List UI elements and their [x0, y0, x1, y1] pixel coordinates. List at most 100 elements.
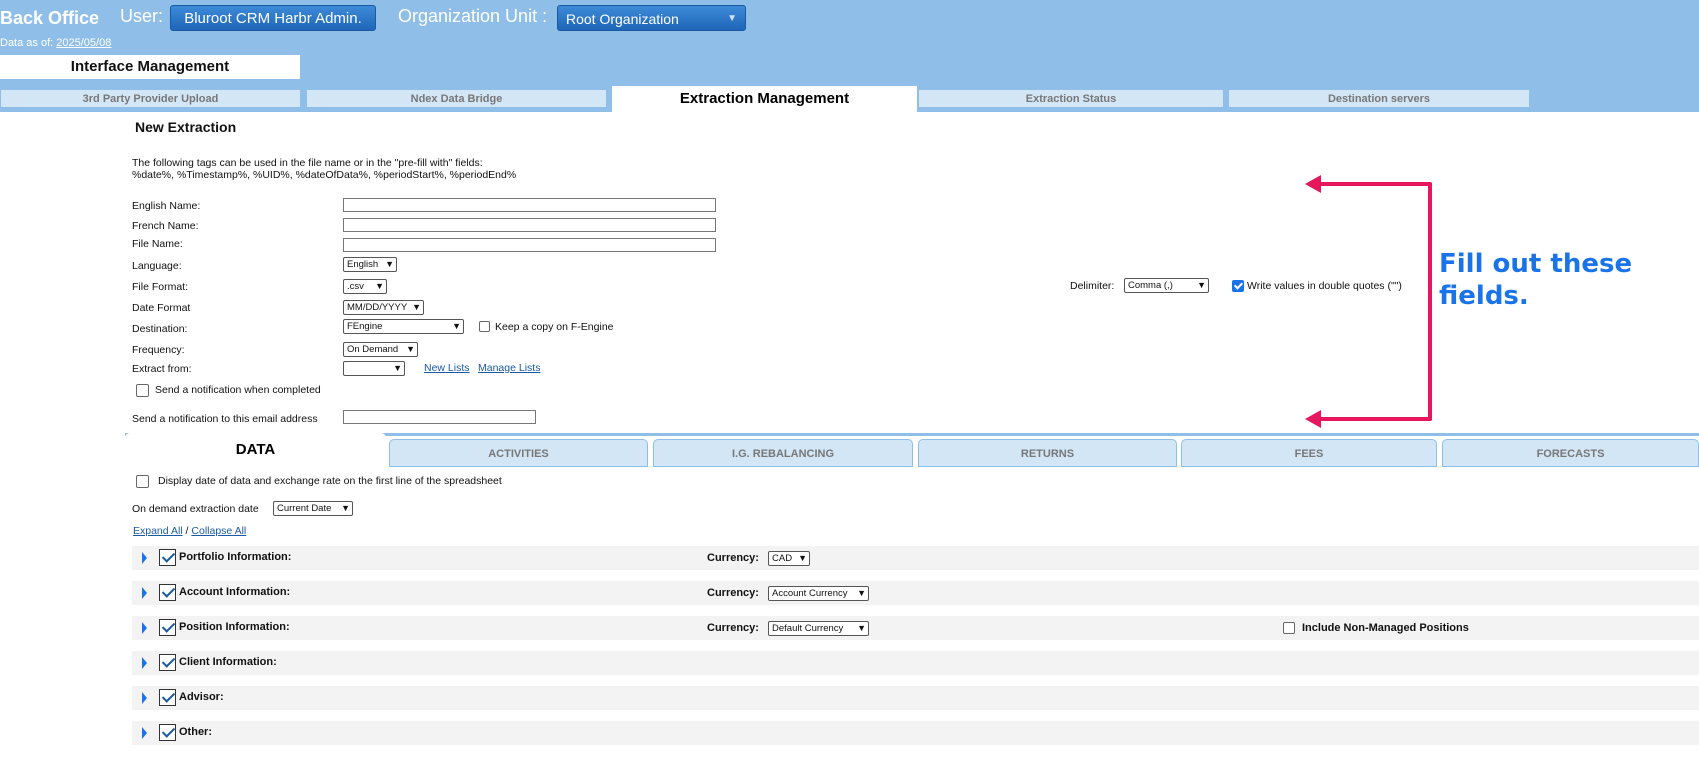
annotation-line1: Fill out these	[1439, 249, 1633, 279]
main-tabs: 3rd Party Provider Upload Ndex Data Brid…	[0, 86, 1699, 112]
chevron-down-icon: ▼	[857, 588, 866, 598]
app-title: Back Office	[0, 8, 100, 28]
section-account: Account Information: Currency: Account C…	[132, 581, 1699, 605]
section-checkbox[interactable]	[159, 654, 176, 671]
file-format-select[interactable]: .csv ▼	[343, 279, 387, 294]
data-as-of: Data as of: 2025/05/08	[0, 37, 111, 49]
chevron-down-icon: ▼	[406, 344, 415, 354]
currency-value: CAD	[772, 553, 793, 564]
tab-returns[interactable]: RETURNS	[918, 439, 1177, 467]
tab-extraction-management[interactable]: Extraction Management	[612, 86, 917, 112]
expand-arrow-icon[interactable]	[142, 587, 147, 599]
expand-collapse-links: Expand All / Collapse All	[133, 525, 246, 537]
section-checkbox[interactable]	[159, 724, 176, 741]
section-checkbox[interactable]	[159, 619, 176, 636]
collapse-all-link[interactable]: Collapse All	[191, 525, 246, 537]
file-name-label: File Name:	[132, 238, 183, 250]
chevron-down-icon: ▼	[727, 13, 737, 24]
frequency-select[interactable]: On Demand ▼	[343, 342, 418, 357]
destination-label: Destination:	[132, 323, 188, 335]
language-label: Language:	[132, 260, 182, 272]
tab-ndex-data-bridge[interactable]: Ndex Data Bridge	[306, 89, 607, 108]
currency-label: Currency:	[707, 587, 759, 599]
date-format-select[interactable]: MM/DD/YYYY ▼	[343, 300, 424, 315]
tab-forecasts[interactable]: FORECASTS	[1442, 439, 1699, 467]
section-label: Other:	[179, 726, 212, 738]
notify-completed-checkbox[interactable]	[136, 384, 149, 397]
tab-ig-rebalancing[interactable]: I.G. REBALANCING	[653, 439, 913, 467]
annotation-line2: fields.	[1439, 281, 1529, 311]
display-date-checkbox[interactable]	[136, 475, 149, 488]
expand-all-link[interactable]: Expand All	[133, 525, 183, 537]
on-demand-date-value: Current Date	[277, 503, 332, 514]
frequency-value: On Demand	[347, 344, 399, 355]
tags-info-line1: The following tags can be used in the fi…	[132, 157, 483, 169]
delimiter-value: Comma (,)	[1128, 280, 1173, 291]
english-name-input[interactable]	[343, 198, 716, 212]
chevron-down-icon: ▼	[341, 503, 350, 513]
language-select[interactable]: English ▼	[343, 257, 397, 272]
expand-arrow-icon[interactable]	[142, 657, 147, 669]
on-demand-date-label: On demand extraction date	[132, 503, 259, 515]
currency-select[interactable]: Default Currency ▼	[768, 621, 869, 636]
section-label: Account Information:	[179, 586, 291, 598]
data-tabs: DATA ACTIVITIES I.G. REBALANCING RETURNS…	[125, 433, 1699, 467]
org-unit-select[interactable]: Root Organization ▼	[557, 5, 746, 31]
tab-data[interactable]: DATA	[125, 433, 386, 467]
include-non-managed-label: Include Non-Managed Positions	[1302, 622, 1469, 634]
expand-arrow-icon[interactable]	[142, 622, 147, 634]
section-advisor: Advisor:	[132, 686, 1699, 710]
section-label: Portfolio Information:	[179, 551, 292, 563]
user-label: User:	[120, 6, 164, 26]
currency-value: Account Currency	[772, 588, 848, 599]
new-lists-link[interactable]: New Lists	[424, 362, 470, 374]
display-date-label: Display date of data and exchange rate o…	[158, 475, 502, 487]
annotation-bracket-arrows	[1305, 175, 1432, 428]
delimiter-label: Delimiter:	[1070, 280, 1115, 292]
section-other: Other:	[132, 721, 1699, 745]
chevron-down-icon: ▼	[393, 363, 402, 373]
manage-lists-link[interactable]: Manage Lists	[478, 362, 540, 374]
tab-destination-servers[interactable]: Destination servers	[1228, 89, 1530, 108]
tab-fees[interactable]: FEES	[1181, 439, 1437, 467]
user-button[interactable]: Bluroot CRM Harbr Admin.	[170, 5, 376, 31]
on-demand-date-select[interactable]: Current Date ▼	[273, 501, 353, 516]
file-format-value: .csv	[347, 281, 364, 292]
interface-management-tab[interactable]: Interface Management	[0, 55, 300, 79]
section-checkbox[interactable]	[159, 549, 176, 566]
section-checkbox[interactable]	[159, 689, 176, 706]
data-as-of-date-link[interactable]: 2025/05/08	[56, 37, 111, 49]
currency-select[interactable]: CAD ▼	[768, 551, 810, 566]
include-non-managed-checkbox[interactable]	[1283, 622, 1295, 634]
annotation-text: Fill out these fields.	[1439, 248, 1632, 312]
section-position: Position Information: Currency: Default …	[132, 616, 1699, 640]
notify-email-label: Send a notification to this email addres…	[132, 413, 318, 425]
date-format-label: Date Format	[132, 302, 191, 314]
currency-value: Default Currency	[772, 623, 844, 634]
org-unit-value: Root Organization	[566, 11, 679, 27]
expand-arrow-icon[interactable]	[142, 727, 147, 739]
delimiter-select[interactable]: Comma (,) ▼	[1124, 278, 1209, 293]
tags-info-line2: %date%, %Timestamp%, %UID%, %dateOfData%…	[132, 169, 517, 181]
expand-arrow-icon[interactable]	[142, 692, 147, 704]
section-label: Advisor:	[179, 691, 224, 703]
file-format-label: File Format:	[132, 281, 189, 293]
currency-select[interactable]: Account Currency ▼	[768, 586, 869, 601]
data-as-of-label: Data as of:	[0, 37, 54, 49]
tab-extraction-status[interactable]: Extraction Status	[918, 89, 1224, 108]
section-checkbox[interactable]	[159, 584, 176, 601]
currency-label: Currency:	[707, 622, 759, 634]
notify-email-input[interactable]	[343, 410, 536, 424]
file-name-input[interactable]	[343, 238, 716, 252]
expand-arrow-icon[interactable]	[142, 552, 147, 564]
language-value: English	[347, 259, 379, 270]
tab-activities[interactable]: ACTIVITIES	[389, 439, 648, 467]
french-name-input[interactable]	[343, 218, 716, 232]
tab-3rd-party-upload[interactable]: 3rd Party Provider Upload	[0, 89, 301, 108]
extract-from-select[interactable]: ▼	[343, 361, 405, 376]
double-quotes-checkbox[interactable]	[1232, 280, 1244, 292]
destination-select[interactable]: FEngine ▼	[343, 319, 464, 334]
keep-copy-checkbox[interactable]	[479, 321, 490, 332]
english-name-label: English Name:	[132, 200, 201, 212]
link-separator: /	[185, 525, 189, 537]
